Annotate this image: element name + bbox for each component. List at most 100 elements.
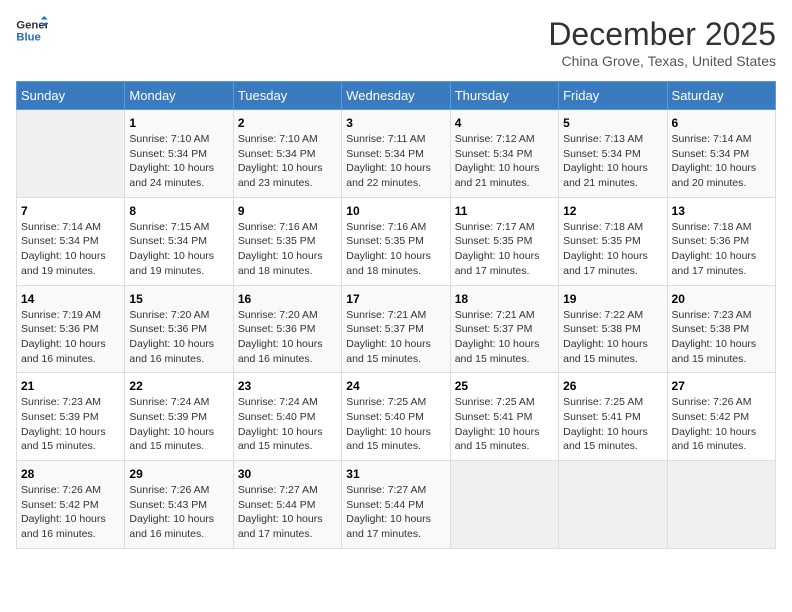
- day-info: Sunrise: 7:24 AMSunset: 5:39 PMDaylight:…: [129, 395, 228, 454]
- day-info: Sunrise: 7:18 AMSunset: 5:36 PMDaylight:…: [672, 220, 771, 279]
- logo: General Blue: [16, 16, 48, 44]
- table-row: 24 Sunrise: 7:25 AMSunset: 5:40 PMDayligh…: [342, 373, 450, 461]
- day-number: 15: [129, 292, 228, 306]
- day-info: Sunrise: 7:15 AMSunset: 5:34 PMDaylight:…: [129, 220, 228, 279]
- day-info: Sunrise: 7:11 AMSunset: 5:34 PMDaylight:…: [346, 132, 445, 191]
- day-number: 10: [346, 204, 445, 218]
- table-row: [667, 461, 775, 549]
- table-row: 7 Sunrise: 7:14 AMSunset: 5:34 PMDaylight…: [17, 197, 125, 285]
- day-number: 7: [21, 204, 120, 218]
- day-number: 1: [129, 116, 228, 130]
- day-info: Sunrise: 7:12 AMSunset: 5:34 PMDaylight:…: [455, 132, 554, 191]
- calendar-week-row: 14 Sunrise: 7:19 AMSunset: 5:36 PMDayligh…: [17, 285, 776, 373]
- table-row: 18 Sunrise: 7:21 AMSunset: 5:37 PMDayligh…: [450, 285, 558, 373]
- day-number: 22: [129, 379, 228, 393]
- day-info: Sunrise: 7:24 AMSunset: 5:40 PMDaylight:…: [238, 395, 337, 454]
- table-row: 13 Sunrise: 7:18 AMSunset: 5:36 PMDayligh…: [667, 197, 775, 285]
- table-row: 21Sunrise: 7:23 AMSunset: 5:39 PMDayligh…: [17, 373, 125, 461]
- day-info: Sunrise: 7:25 AMSunset: 5:41 PMDaylight:…: [563, 395, 662, 454]
- table-row: 17 Sunrise: 7:21 AMSunset: 5:37 PMDayligh…: [342, 285, 450, 373]
- table-row: 30Sunrise: 7:27 AMSunset: 5:44 PMDayligh…: [233, 461, 341, 549]
- svg-text:Blue: Blue: [16, 32, 41, 44]
- day-number: 11: [455, 204, 554, 218]
- col-friday: Friday: [559, 82, 667, 110]
- table-row: 11Sunrise: 7:17 AMSunset: 5:35 PMDayligh…: [450, 197, 558, 285]
- day-info: Sunrise: 7:18 AMSunset: 5:35 PMDaylight:…: [563, 220, 662, 279]
- day-number: 4: [455, 116, 554, 130]
- table-row: 25 Sunrise: 7:25 AMSunset: 5:41 PMDayligh…: [450, 373, 558, 461]
- day-info: Sunrise: 7:27 AMSunset: 5:44 PMDaylight:…: [238, 483, 337, 542]
- table-row: 6Sunrise: 7:14 AMSunset: 5:34 PMDaylight…: [667, 110, 775, 198]
- table-row: 23 Sunrise: 7:24 AMSunset: 5:40 PMDayligh…: [233, 373, 341, 461]
- day-info: Sunrise: 7:25 AMSunset: 5:40 PMDaylight:…: [346, 395, 445, 454]
- day-number: 2: [238, 116, 337, 130]
- day-number: 26: [563, 379, 662, 393]
- day-info: Sunrise: 7:13 AMSunset: 5:34 PMDaylight:…: [563, 132, 662, 191]
- day-number: 21: [21, 379, 120, 393]
- day-number: 18: [455, 292, 554, 306]
- table-row: 29 Sunrise: 7:26 AMSunset: 5:43 PMDayligh…: [125, 461, 233, 549]
- col-sunday: Sunday: [17, 82, 125, 110]
- day-number: 14: [21, 292, 120, 306]
- day-info: Sunrise: 7:26 AMSunset: 5:43 PMDaylight:…: [129, 483, 228, 542]
- day-info: Sunrise: 7:25 AMSunset: 5:41 PMDaylight:…: [455, 395, 554, 454]
- day-number: 16: [238, 292, 337, 306]
- day-number: 19: [563, 292, 662, 306]
- table-row: 22 Sunrise: 7:24 AMSunset: 5:39 PMDayligh…: [125, 373, 233, 461]
- table-row: 19 Sunrise: 7:22 AMSunset: 5:38 PMDayligh…: [559, 285, 667, 373]
- day-info: Sunrise: 7:10 AMSunset: 5:34 PMDaylight:…: [238, 132, 337, 191]
- day-info: Sunrise: 7:21 AMSunset: 5:37 PMDaylight:…: [455, 308, 554, 367]
- day-number: 23: [238, 379, 337, 393]
- logo-icon: General Blue: [16, 16, 48, 44]
- table-row: 20 Sunrise: 7:23 AMSunset: 5:38 PMDayligh…: [667, 285, 775, 373]
- calendar-week-row: 7 Sunrise: 7:14 AMSunset: 5:34 PMDaylight…: [17, 197, 776, 285]
- day-number: 25: [455, 379, 554, 393]
- table-row: 8Sunrise: 7:15 AMSunset: 5:34 PMDaylight…: [125, 197, 233, 285]
- col-wednesday: Wednesday: [342, 82, 450, 110]
- table-row: 10 Sunrise: 7:16 AMSunset: 5:35 PMDayligh…: [342, 197, 450, 285]
- day-info: Sunrise: 7:19 AMSunset: 5:36 PMDaylight:…: [21, 308, 120, 367]
- table-row: 31Sunrise: 7:27 AMSunset: 5:44 PMDayligh…: [342, 461, 450, 549]
- title-block: December 2025 China Grove, Texas, United…: [548, 16, 776, 69]
- month-year-title: December 2025: [548, 16, 776, 53]
- table-row: [559, 461, 667, 549]
- day-number: 13: [672, 204, 771, 218]
- calendar-week-row: 21Sunrise: 7:23 AMSunset: 5:39 PMDayligh…: [17, 373, 776, 461]
- day-info: Sunrise: 7:21 AMSunset: 5:37 PMDaylight:…: [346, 308, 445, 367]
- day-info: Sunrise: 7:20 AMSunset: 5:36 PMDaylight:…: [238, 308, 337, 367]
- day-number: 29: [129, 467, 228, 481]
- col-saturday: Saturday: [667, 82, 775, 110]
- day-number: 5: [563, 116, 662, 130]
- day-info: Sunrise: 7:16 AMSunset: 5:35 PMDaylight:…: [346, 220, 445, 279]
- calendar-week-row: 1 Sunrise: 7:10 AMSunset: 5:34 PMDaylight…: [17, 110, 776, 198]
- page-header: General Blue December 2025 China Grove, …: [16, 16, 776, 69]
- day-number: 20: [672, 292, 771, 306]
- day-number: 12: [563, 204, 662, 218]
- day-info: Sunrise: 7:26 AMSunset: 5:42 PMDaylight:…: [21, 483, 120, 542]
- location-subtitle: China Grove, Texas, United States: [548, 53, 776, 69]
- table-row: 5 Sunrise: 7:13 AMSunset: 5:34 PMDaylight…: [559, 110, 667, 198]
- table-row: 28 Sunrise: 7:26 AMSunset: 5:42 PMDayligh…: [17, 461, 125, 549]
- table-row: 15 Sunrise: 7:20 AMSunset: 5:36 PMDayligh…: [125, 285, 233, 373]
- day-info: Sunrise: 7:14 AMSunset: 5:34 PMDaylight:…: [21, 220, 120, 279]
- table-row: 9Sunrise: 7:16 AMSunset: 5:35 PMDaylight…: [233, 197, 341, 285]
- calendar-table: Sunday Monday Tuesday Wednesday Thursday…: [16, 81, 776, 549]
- calendar-week-row: 28 Sunrise: 7:26 AMSunset: 5:42 PMDayligh…: [17, 461, 776, 549]
- day-number: 17: [346, 292, 445, 306]
- table-row: 2 Sunrise: 7:10 AMSunset: 5:34 PMDaylight…: [233, 110, 341, 198]
- day-info: Sunrise: 7:10 AMSunset: 5:34 PMDaylight:…: [129, 132, 228, 191]
- day-info: Sunrise: 7:26 AMSunset: 5:42 PMDaylight:…: [672, 395, 771, 454]
- day-info: Sunrise: 7:22 AMSunset: 5:38 PMDaylight:…: [563, 308, 662, 367]
- day-number: 24: [346, 379, 445, 393]
- day-info: Sunrise: 7:23 AMSunset: 5:38 PMDaylight:…: [672, 308, 771, 367]
- day-info: Sunrise: 7:20 AMSunset: 5:36 PMDaylight:…: [129, 308, 228, 367]
- table-row: 3Sunrise: 7:11 AMSunset: 5:34 PMDaylight…: [342, 110, 450, 198]
- table-row: 4 Sunrise: 7:12 AMSunset: 5:34 PMDaylight…: [450, 110, 558, 198]
- col-monday: Monday: [125, 82, 233, 110]
- table-row: [17, 110, 125, 198]
- day-number: 27: [672, 379, 771, 393]
- day-info: Sunrise: 7:16 AMSunset: 5:35 PMDaylight:…: [238, 220, 337, 279]
- table-row: [450, 461, 558, 549]
- day-number: 28: [21, 467, 120, 481]
- day-info: Sunrise: 7:14 AMSunset: 5:34 PMDaylight:…: [672, 132, 771, 191]
